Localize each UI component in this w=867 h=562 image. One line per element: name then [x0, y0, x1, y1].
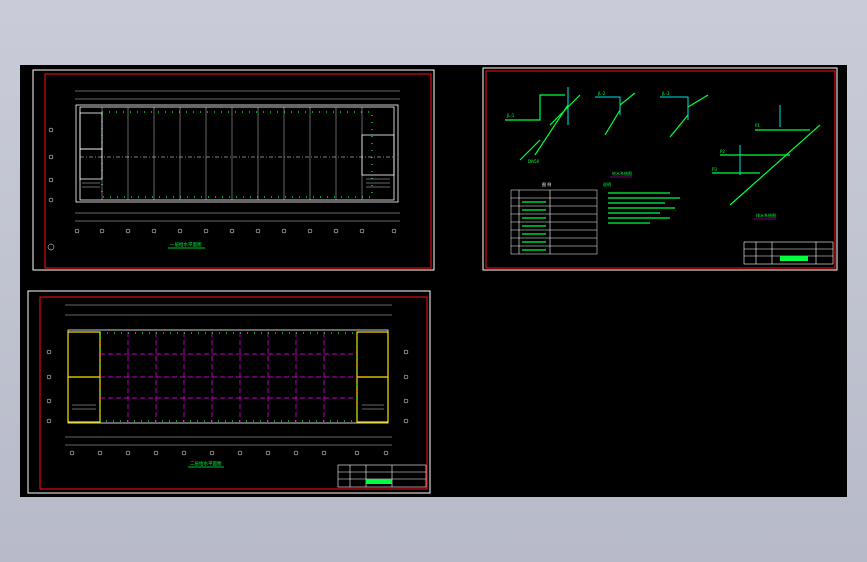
- system-label-2: 排水系统图: [756, 212, 776, 218]
- cad-model-space[interactable]: 一层给水平面图 二层给水平面图 JL-1 DN50 JL-2 JL-3 给水系统…: [20, 65, 847, 497]
- plan1-title: 一层给水平面图: [170, 241, 202, 248]
- svg-text:P1: P1: [755, 123, 760, 128]
- svg-text:JL-1: JL-1: [506, 113, 515, 118]
- plan2-title-block: [337, 464, 427, 488]
- drainage-schematic: P1 P2 P3 排水系统图: [712, 105, 821, 220]
- plan1-grid: [80, 107, 394, 200]
- legend-table: 图 例: [510, 181, 598, 255]
- notes-title: 说明: [603, 181, 611, 187]
- plan2-title: 二层给水平面图: [190, 460, 222, 467]
- sheet-system-diagram[interactable]: JL-1 DN50 JL-2 JL-3 给水系统图 P1 P2 P3 排水系统图: [482, 67, 838, 271]
- legend-title: 图 例: [542, 181, 551, 187]
- svg-text:P2: P2: [720, 149, 725, 154]
- svg-text:P3: P3: [712, 167, 717, 172]
- system-label-1: 给水系统图: [612, 170, 632, 176]
- design-notes: 说明: [603, 181, 680, 224]
- plan2-grid: [100, 332, 357, 422]
- sheet-second-floor-plan[interactable]: 二层给水平面图: [27, 290, 431, 494]
- svg-text:JL-3: JL-3: [661, 91, 670, 96]
- svg-text:JL-2: JL-2: [597, 91, 606, 96]
- drawing-svg: 一层给水平面图 二层给水平面图 JL-1 DN50 JL-2 JL-3 给水系统…: [27, 67, 838, 494]
- sheet-first-floor-plan[interactable]: 一层给水平面图: [32, 69, 435, 271]
- system-title-block: [743, 241, 834, 265]
- water-supply-schematic: JL-1 DN50 JL-2 JL-3 给水系统图: [505, 87, 709, 178]
- svg-text:DN50: DN50: [528, 159, 540, 164]
